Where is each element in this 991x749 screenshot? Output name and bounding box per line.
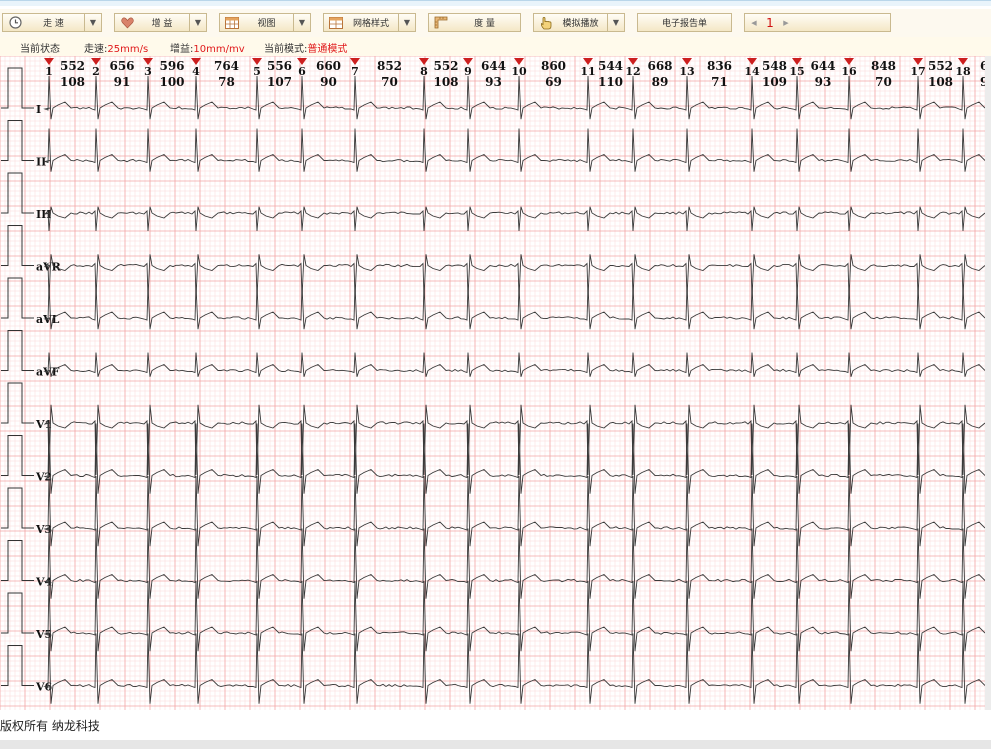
rr-interval-label: 852	[377, 59, 402, 73]
lead-label: aVR	[36, 261, 62, 274]
rr-interval-label: 836	[707, 59, 732, 73]
lead-label: V3	[35, 523, 52, 536]
status-gain-label: 增益:	[170, 44, 194, 55]
playback-dropdown-label: 模拟播放	[562, 19, 599, 29]
heart-rate-label: 108	[60, 75, 85, 89]
view-dropdown[interactable]: 视图 ▼	[219, 13, 311, 32]
rr-interval-label: 552	[433, 59, 458, 73]
status-mode: 当前模式:普通模式	[264, 40, 347, 55]
playback-dropdown[interactable]: 模拟播放 ▼	[533, 13, 625, 32]
heart-rate-label: 93	[485, 75, 502, 89]
grid-style-dropdown-label: 网格样式	[352, 19, 389, 29]
rr-interval-label: 764	[214, 59, 239, 73]
heart-rate-label: 107	[267, 75, 292, 89]
toolbar: 走 速 ▼ 增 益 ▼ 视图 ▼ 网格样式 ▼ 度 量 模拟播放 ▼ 电子报告单…	[0, 9, 991, 37]
status-gain: 增益:10mm/mv	[170, 40, 245, 55]
heart-rate-label: 90	[320, 75, 337, 89]
gain-dropdown-label: 增 益	[151, 19, 173, 29]
table-icon	[224, 15, 240, 30]
chevron-down-icon[interactable]: ▼	[398, 14, 415, 31]
status-mode-label: 当前模式:	[264, 44, 308, 55]
page-number[interactable]: 1	[763, 16, 777, 30]
lead-label: V6	[35, 681, 53, 694]
status-speed: 走速:25mm/s	[84, 40, 148, 55]
speed-dropdown[interactable]: 走 速 ▼	[2, 13, 102, 32]
status-speed-value: 25mm/s	[107, 44, 149, 55]
rr-interval-label: 644	[481, 59, 506, 73]
view-dropdown-label: 视图	[257, 19, 276, 29]
prev-page-icon[interactable]: ◀	[745, 19, 763, 27]
heart-rate-label: 70	[875, 75, 892, 89]
rr-interval-label: 848	[871, 59, 896, 73]
report-button-label: 电子报告单	[661, 19, 707, 29]
clock-icon	[7, 15, 23, 30]
heart-rate-label: 108	[928, 75, 953, 89]
chevron-down-icon[interactable]: ▼	[84, 14, 101, 31]
rr-interval-label: 556	[267, 59, 292, 73]
page-navigator: ◀ 1 ▶	[744, 13, 891, 32]
lead-label: V5	[35, 628, 52, 641]
lead-label: III	[36, 208, 51, 221]
heart-rate-label: 91	[114, 75, 131, 89]
rr-interval-label: 596	[159, 59, 184, 73]
heart-rate-label: 100	[159, 75, 184, 89]
heart-rate-label: 69	[545, 75, 562, 89]
copyright-footer: 版权所有 纳龙科技	[0, 719, 100, 733]
rr-interval-label: 656	[109, 59, 134, 73]
heart-rate-label: 89	[652, 75, 669, 89]
status-gain-value: 10mm/mv	[193, 44, 245, 55]
top-border	[0, 0, 991, 6]
ruler-icon	[433, 15, 449, 30]
speed-dropdown-label: 走 速	[43, 19, 64, 29]
rr-interval-label: 548	[762, 59, 787, 73]
heart-rate-label: 71	[711, 75, 728, 89]
lead-label: V4	[35, 576, 53, 589]
lead-label: V1	[35, 418, 52, 431]
heart-rate-label: 70	[381, 75, 398, 89]
rr-interval-label: 544	[598, 59, 623, 73]
heart-rate-label: 109	[762, 75, 787, 89]
grid-icon	[328, 15, 344, 30]
status-state-label: 当前状态	[20, 44, 60, 55]
status-speed-label: 走速:	[84, 44, 108, 55]
measure-button-label: 度 量	[474, 19, 495, 29]
status-mode-value: 普通模式	[307, 44, 348, 55]
chevron-down-icon[interactable]: ▼	[607, 14, 624, 31]
rr-interval-label: 668	[647, 59, 672, 73]
next-page-icon[interactable]: ▶	[777, 19, 795, 27]
status-bar: 当前状态 走速:25mm/s 增益:10mm/mv 当前模式:普通模式	[0, 37, 991, 56]
heart-rate-label: 93	[815, 75, 832, 89]
report-button[interactable]: 电子报告单	[637, 13, 732, 32]
rr-interval-label: 552	[60, 59, 85, 73]
gain-dropdown[interactable]: 增 益 ▼	[114, 13, 207, 32]
ecg-waveform-panel[interactable]: 1 5521082 656913 5961004 764785 5561076 660907…	[0, 56, 985, 710]
heart-icon	[119, 15, 135, 30]
heart-rate-label: 108	[433, 75, 458, 89]
chevron-down-icon[interactable]: ▼	[293, 14, 310, 31]
bottom-band	[0, 740, 991, 749]
hand-icon	[538, 15, 554, 30]
lead-label: II	[36, 156, 46, 169]
lead-label: I	[36, 103, 41, 116]
lead-label: V2	[35, 471, 52, 484]
measure-button[interactable]: 度 量	[428, 13, 521, 32]
rr-interval-label: 552	[928, 59, 953, 73]
heart-rate-label: 110	[598, 75, 623, 89]
rr-interval-label: 644	[810, 59, 835, 73]
grid-style-dropdown[interactable]: 网格样式 ▼	[323, 13, 416, 32]
rr-interval-label: 660	[316, 59, 341, 73]
rr-interval-label: 860	[541, 59, 566, 73]
heart-rate-label: 78	[218, 75, 235, 89]
vertical-scrollbar[interactable]	[985, 56, 991, 710]
chevron-down-icon[interactable]: ▼	[189, 14, 206, 31]
